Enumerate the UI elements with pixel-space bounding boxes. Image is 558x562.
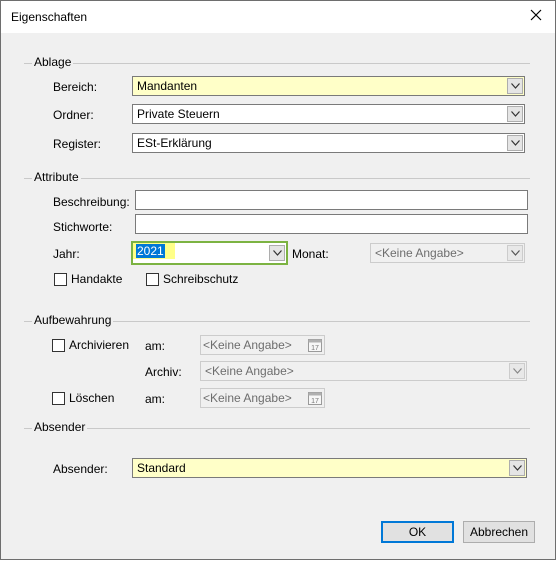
- stichworte-input[interactable]: [135, 214, 528, 234]
- ordner-value: Private Steuern: [137, 107, 220, 121]
- chevron-down-icon[interactable]: [507, 245, 523, 261]
- chevron-down-icon[interactable]: [509, 363, 525, 379]
- ordner-label: Ordner:: [53, 108, 94, 122]
- attribute-group-line: [24, 178, 530, 179]
- archiv-value: <Keine Angabe>: [205, 364, 294, 378]
- bereich-value: Mandanten: [137, 79, 198, 93]
- handakte-checkbox[interactable]: [54, 273, 67, 286]
- properties-dialog: Eigenschaften Ablage Bereich: Mandanten …: [0, 0, 556, 560]
- ablage-group-line: [24, 63, 530, 64]
- loeschen-date-value: <Keine Angabe>: [203, 391, 292, 405]
- ablage-group-title: Ablage: [32, 55, 74, 69]
- schreibschutz-checkbox[interactable]: [146, 273, 159, 286]
- chevron-down-icon[interactable]: [507, 106, 523, 122]
- calendar-icon[interactable]: 17: [308, 338, 322, 355]
- jahr-value: 2021: [136, 244, 165, 258]
- aufbewahrung-group-title: Aufbewahrung: [32, 313, 114, 327]
- monat-label: Monat:: [292, 247, 329, 261]
- handakte-label: Handakte: [71, 272, 123, 286]
- calendar-day: 17: [311, 398, 319, 405]
- chevron-down-icon[interactable]: [507, 135, 523, 151]
- absender-value: Standard: [137, 461, 186, 475]
- chevron-down-icon[interactable]: [269, 245, 285, 261]
- monat-value: <Keine Angabe>: [375, 246, 464, 260]
- jahr-dropdown[interactable]: 2021: [131, 241, 288, 265]
- jahr-label: Jahr:: [53, 247, 80, 261]
- beschreibung-input[interactable]: [135, 190, 528, 210]
- archiv-dropdown[interactable]: <Keine Angabe>: [200, 361, 527, 381]
- archivieren-am-label: am:: [145, 339, 166, 353]
- window-title: Eigenschaften: [11, 10, 88, 24]
- chevron-down-icon[interactable]: [509, 460, 525, 476]
- register-label: Register:: [53, 137, 102, 151]
- close-icon[interactable]: [521, 2, 551, 32]
- chevron-down-icon[interactable]: [507, 78, 523, 94]
- schreibschutz-label: Schreibschutz: [163, 272, 239, 286]
- beschreibung-label: Beschreibung:: [53, 195, 130, 209]
- ordner-dropdown[interactable]: Private Steuern: [132, 104, 525, 124]
- absender-group-line: [24, 428, 530, 429]
- absender-group-title: Absender: [32, 420, 88, 434]
- loeschen-label: Löschen: [69, 391, 115, 405]
- register-dropdown[interactable]: ESt-Erklärung: [132, 133, 525, 153]
- register-value: ESt-Erklärung: [137, 136, 212, 150]
- loeschen-date-picker[interactable]: <Keine Angabe> 17: [200, 388, 325, 408]
- loeschen-am-label: am:: [145, 392, 166, 406]
- calendar-day: 17: [311, 345, 319, 352]
- stichworte-label: Stichworte:: [53, 220, 113, 234]
- loeschen-checkbox[interactable]: [52, 392, 65, 405]
- archivieren-checkbox[interactable]: [52, 339, 65, 352]
- archiv-label: Archiv:: [145, 365, 182, 379]
- attribute-group-title: Attribute: [32, 170, 81, 184]
- archivieren-date-value: <Keine Angabe>: [203, 338, 292, 352]
- calendar-icon[interactable]: 17: [308, 391, 322, 408]
- monat-dropdown[interactable]: <Keine Angabe>: [370, 243, 525, 263]
- archivieren-date-picker[interactable]: <Keine Angabe> 17: [200, 335, 325, 355]
- bereich-dropdown[interactable]: Mandanten: [132, 76, 525, 96]
- absender-dropdown[interactable]: Standard: [132, 458, 527, 478]
- bereich-label: Bereich:: [53, 80, 98, 94]
- archivieren-label: Archivieren: [69, 338, 130, 352]
- absender-label: Absender:: [53, 462, 108, 476]
- title-bar: Eigenschaften: [1, 1, 555, 33]
- cancel-button[interactable]: Abbrechen: [463, 521, 535, 543]
- ok-button[interactable]: OK: [381, 521, 454, 543]
